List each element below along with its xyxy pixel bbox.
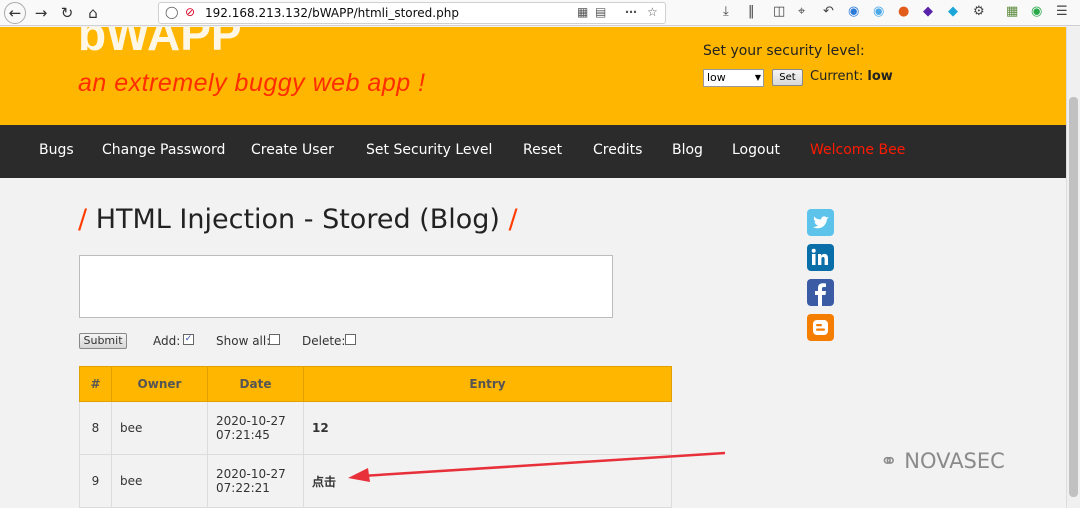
reader-icon[interactable]: ▤ — [595, 5, 606, 19]
show-all-checkbox[interactable] — [269, 334, 280, 345]
linkedin-icon[interactable] — [807, 244, 834, 271]
title-slash-left: / — [78, 204, 88, 235]
injected-link[interactable]: 点击 — [312, 475, 336, 489]
delete-label: Delete: — [302, 334, 346, 348]
submit-button[interactable]: Submit — [79, 333, 127, 349]
sidebar-icon[interactable]: ◫ — [773, 4, 785, 19]
table-header-row: # Owner Date Entry — [79, 366, 672, 402]
set-security-button[interactable]: Set — [772, 69, 803, 86]
menu-welcome: Welcome Bee — [810, 142, 906, 158]
current-level: Current: low — [810, 69, 893, 84]
twitter-icon[interactable] — [807, 209, 834, 236]
extension-green-icon[interactable]: ◉ — [1031, 4, 1042, 19]
extension-cyan-icon[interactable]: ◆ — [948, 4, 958, 19]
undo-icon[interactable]: ↶ — [823, 4, 834, 19]
url-bar[interactable]: ◯ ⊘ 192.168.213.132/bWAPP/htmli_stored.p… — [158, 2, 666, 24]
download-icon[interactable]: ⤓ — [723, 4, 729, 19]
menu-item-bugs[interactable]: Bugs — [39, 142, 74, 158]
menu-item-reset[interactable]: Reset — [523, 142, 562, 158]
insecure-lock-icon: ⊘ — [185, 5, 196, 19]
col-header-date: Date — [207, 366, 304, 402]
row-date-time: 07:21:45 — [216, 428, 270, 442]
extension-lightblue-icon[interactable]: ◉ — [873, 4, 884, 19]
row-date: 2020-10-27 07:21:45 — [207, 401, 304, 455]
browser-toolbar: ← → ↻ ⌂ ◯ ⊘ 192.168.213.132/bWAPP/htmli_… — [0, 0, 1080, 26]
show-all-label: Show all: — [216, 334, 271, 348]
url-text: 192.168.213.132/bWAPP/htmli_stored.php — [205, 6, 459, 20]
annotation-arrow — [348, 451, 726, 482]
site-logo: bWAPP — [78, 27, 242, 60]
row-owner: bee — [111, 454, 208, 508]
back-button[interactable]: ← — [4, 2, 26, 24]
home-button[interactable]: ⌂ — [82, 3, 104, 23]
row-date-time: 07:22:21 — [216, 481, 270, 495]
menu-item-blog[interactable]: Blog — [672, 142, 703, 158]
menu-icon[interactable]: ☰ — [1056, 4, 1068, 19]
watermark-text: NOVASEC — [904, 449, 1005, 473]
menu-item-create-user[interactable]: Create User — [251, 142, 334, 158]
row-entry: 12 — [303, 401, 672, 455]
row-date-day: 2020-10-27 — [216, 467, 286, 481]
extension-grid-icon[interactable]: ▦ — [1006, 4, 1018, 19]
row-date-day: 2020-10-27 — [216, 414, 286, 428]
page-scrollbar[interactable] — [1066, 27, 1080, 508]
security-level-select[interactable]: low ▼ — [703, 69, 764, 87]
security-level-value: low — [707, 71, 726, 84]
row-id: 9 — [79, 454, 112, 508]
menu-item-credits[interactable]: Credits — [593, 142, 642, 158]
chevron-down-icon: ▼ — [754, 73, 761, 82]
extension-orange-icon[interactable]: ● — [898, 4, 909, 19]
add-label: Add: — [153, 334, 181, 348]
wechat-icon: ⚭ — [880, 449, 898, 473]
col-header-id: # — [79, 366, 112, 402]
extension-purple-icon[interactable]: ◆ — [923, 4, 933, 19]
col-header-entry: Entry — [303, 366, 672, 402]
extension-blue-icon[interactable]: ◉ — [848, 4, 859, 19]
site-tagline: an extremely buggy web app ! — [78, 69, 426, 97]
shield-icon: ◯ — [165, 5, 179, 19]
blog-entry-textarea[interactable] — [79, 255, 613, 318]
watermark: ⚭ NOVASEC — [880, 449, 1005, 473]
add-checkbox[interactable]: ✓ — [183, 334, 194, 345]
page-title: / HTML Injection - Stored (Blog) / — [78, 204, 518, 235]
delete-checkbox[interactable] — [345, 334, 356, 345]
menu-item-set-security-level[interactable]: Set Security Level — [366, 142, 492, 158]
site-header: bWAPP an extremely buggy web app ! Set y… — [0, 27, 1066, 125]
page-title-text: HTML Injection - Stored (Blog) — [95, 204, 500, 235]
qr-icon[interactable]: ▦ — [577, 5, 588, 19]
current-level-value: low — [867, 69, 893, 84]
more-icon[interactable]: ⋯ — [625, 5, 637, 19]
forward-button[interactable]: → — [30, 3, 52, 23]
screenshot-icon[interactable]: ⌖ — [798, 4, 805, 19]
scrollbar-thumb[interactable] — [1069, 97, 1078, 497]
row-owner: bee — [111, 401, 208, 455]
facebook-icon[interactable] — [807, 279, 834, 306]
row-id: 8 — [79, 401, 112, 455]
menu-item-change-password[interactable]: Change Password — [102, 142, 225, 158]
table-row: 8 bee 2020-10-27 07:21:45 12 — [79, 401, 672, 455]
security-level-label: Set your security level: — [703, 43, 865, 59]
col-header-owner: Owner — [111, 366, 208, 402]
menu-item-logout[interactable]: Logout — [732, 142, 780, 158]
title-slash-right: / — [508, 204, 518, 235]
reload-button[interactable]: ↻ — [56, 3, 78, 23]
library-icon[interactable]: ‖ — [748, 4, 755, 19]
blogger-icon[interactable] — [807, 314, 834, 341]
extension-gear-icon[interactable]: ⚙ — [973, 4, 985, 19]
row-date: 2020-10-27 07:22:21 — [207, 454, 304, 508]
bookmark-star-icon[interactable]: ☆ — [647, 5, 658, 19]
main-menu: Bugs Change Password Create User Set Sec… — [0, 125, 1066, 178]
current-level-label: Current: — [810, 69, 864, 84]
